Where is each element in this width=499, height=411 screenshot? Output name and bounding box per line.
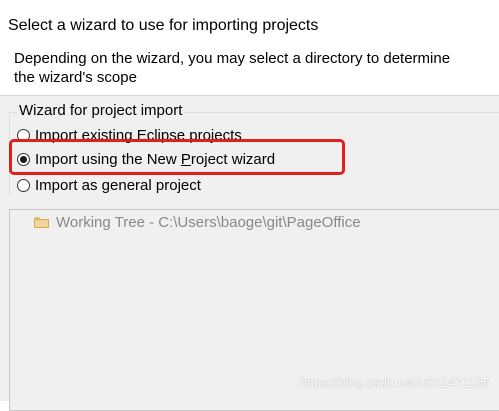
radio-button-checked[interactable]	[17, 152, 30, 166]
radio-button-unchecked[interactable]	[17, 128, 30, 142]
page-title: Select a wizard to use for importing pro…	[8, 17, 319, 34]
wizard-group-title: Wizard for project import	[17, 101, 185, 121]
radio-label: Import as general project	[35, 176, 201, 194]
radio-label: Import existing Eclipse projects	[35, 126, 242, 144]
page-description: Depending on the wizard, you may select …	[14, 50, 451, 86]
tree-item-label: Working Tree - C:\Users\baoge\git\PageOf…	[56, 214, 361, 231]
tree-item-working-tree[interactable]: Working Tree - C:\Users\baoge\git\PageOf…	[34, 214, 361, 231]
wizard-header: Select a wizard to use for importing pro…	[0, 0, 499, 95]
radio-import-new-project-wizard[interactable]: Import using the New Project wizard	[17, 148, 275, 170]
radio-import-existing-projects[interactable]: Import existing Eclipse projects	[17, 124, 242, 146]
radio-import-general-project[interactable]: Import as general project	[17, 174, 201, 196]
folder-icon	[34, 217, 49, 228]
radio-label: Import using the New Project wizard	[35, 150, 276, 168]
radio-button-unchecked[interactable]	[17, 178, 30, 192]
wizard-content: Wizard for project import Import existin…	[0, 96, 499, 411]
mnemonic-letter: P	[180, 150, 191, 168]
watermark-text: https://blog.csdn.net/u011471105	[299, 375, 490, 390]
